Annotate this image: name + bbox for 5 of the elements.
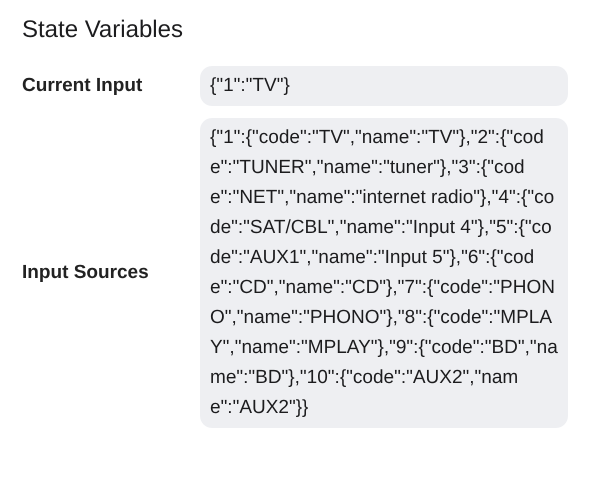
variable-value: {"1":"TV"} (200, 66, 568, 106)
variable-label: Current Input (22, 75, 144, 97)
variable-value: {"1":{"code":"TV","name":"TV"},"2":{"code":"TUNER","name":"tuner"},"3":{"code":"NET","name":"internet radio"},"4":{"code":"SAT/CBL","name":"Input 4"},"5":{"code":"AUX1","name":"Input 5"},"6":{"code":"CD","name":"CD"},"7":{"code":"PHONO","name":"PHONO"},"8":{"code":"MPLAY","name":"MPLAY"},"9":{"code":"BD","name":"BD"},"10":{"code":"AUX2","name":"AUX2"}} (200, 118, 568, 428)
section-title: State Variables (22, 15, 184, 45)
variable-label: Input Sources (22, 262, 150, 284)
